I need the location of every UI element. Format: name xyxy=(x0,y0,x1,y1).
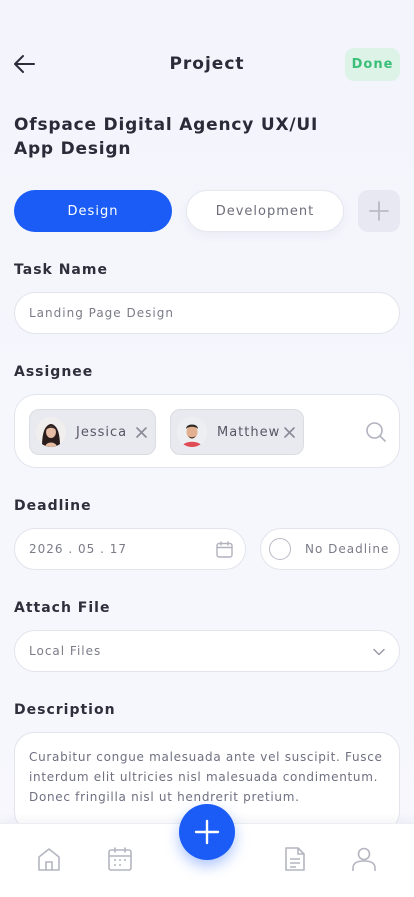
no-deadline-option[interactable]: No Deadline xyxy=(260,528,400,570)
search-icon xyxy=(366,422,386,442)
deadline-date-input[interactable]: 2026 . 05 . 17 xyxy=(14,528,246,570)
tab-development[interactable]: Development xyxy=(186,190,344,232)
tab-design[interactable]: Design xyxy=(14,190,172,232)
deadline-label: Deadline xyxy=(14,498,92,514)
nav-profile[interactable] xyxy=(351,845,377,873)
attach-file-value: Local Files xyxy=(29,644,102,658)
nav-documents[interactable] xyxy=(282,845,308,873)
nav-calendar[interactable] xyxy=(107,845,133,873)
calendar-icon xyxy=(216,541,233,558)
avatar xyxy=(177,417,207,447)
assignee-chip[interactable]: Jessica xyxy=(29,409,156,455)
calendar-icon xyxy=(108,847,132,871)
profile-icon xyxy=(352,847,376,871)
home-icon xyxy=(38,848,60,871)
project-title: Ofspace Digital Agency UX/UI App Design xyxy=(14,115,319,159)
assignee-name: Matthew xyxy=(217,424,281,440)
close-icon xyxy=(283,426,295,438)
assignee-label: Assignee xyxy=(14,364,94,380)
remove-assignee-button[interactable] xyxy=(281,424,297,440)
done-button[interactable]: Done xyxy=(345,48,400,81)
task-name-input[interactable]: Landing Page Design xyxy=(14,292,400,334)
chevron-down-icon xyxy=(373,648,385,656)
search-assignee-button[interactable] xyxy=(365,421,387,447)
no-deadline-radio[interactable] xyxy=(269,538,291,560)
task-name-label: Task Name xyxy=(14,262,108,278)
add-task-button[interactable] xyxy=(179,804,235,860)
nav-home[interactable] xyxy=(36,845,62,873)
deadline-date-value: 2026 . 05 . 17 xyxy=(29,542,127,556)
add-tab-button[interactable] xyxy=(358,190,400,232)
assignee-chip[interactable]: Matthew xyxy=(170,409,304,455)
attach-file-select[interactable]: Local Files xyxy=(14,630,400,672)
close-icon xyxy=(135,426,147,438)
document-icon xyxy=(285,847,305,871)
attach-file-label: Attach File xyxy=(14,600,111,616)
task-name-value: Landing Page Design xyxy=(29,306,174,320)
assignee-field[interactable]: Jessica Matthew xyxy=(14,394,400,468)
no-deadline-label: No Deadline xyxy=(305,542,390,556)
description-label: Description xyxy=(14,702,116,718)
plus-icon xyxy=(194,819,220,845)
remove-assignee-button[interactable] xyxy=(133,424,149,440)
plus-icon xyxy=(369,201,389,221)
assignee-name: Jessica xyxy=(76,424,128,440)
avatar xyxy=(36,417,66,447)
